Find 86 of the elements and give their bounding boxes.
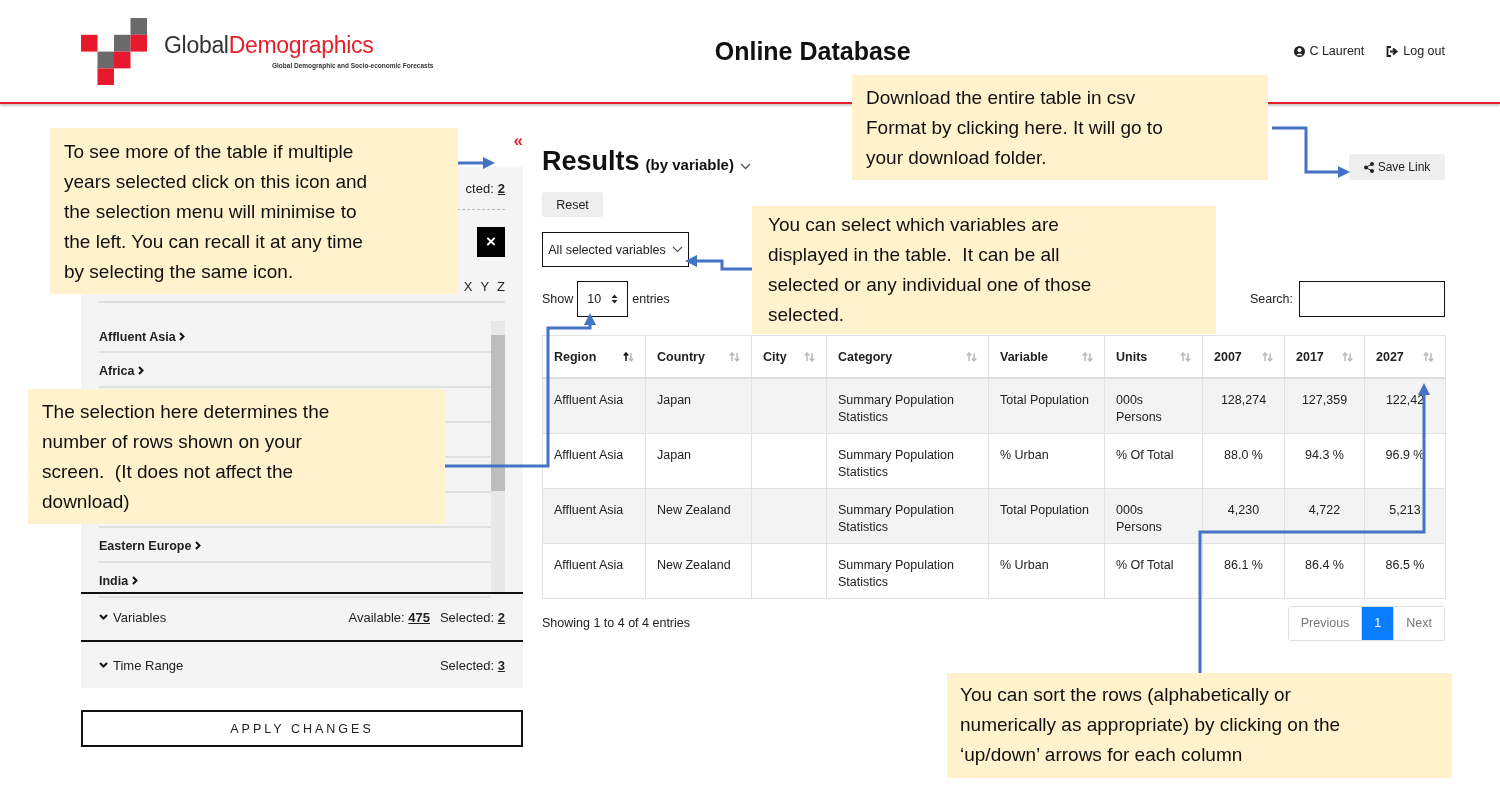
table-cell: Summary Population Statistics (838, 393, 955, 424)
page-button[interactable]: Next (1393, 606, 1444, 640)
chevron-down-icon (671, 246, 683, 253)
table-cell: % Of Total (1116, 447, 1174, 462)
entries-label: entries (632, 292, 670, 306)
table-cell: Summary Population Statistics (838, 447, 955, 479)
callout-note: Download the entire table in csv Format by clicking here. It will go to your download folder. (852, 75, 1268, 180)
table-cell: 88.0 % (1224, 447, 1263, 462)
reset-button[interactable]: Reset (542, 192, 603, 217)
table-cell: 122,42 (1385, 393, 1425, 407)
table-cell: 128,274 (1220, 393, 1267, 407)
updown-icon (611, 294, 619, 304)
table-cell: Summary Population Statistics (838, 502, 955, 534)
chevron-right-icon (137, 365, 144, 375)
table-cell: New Zealand (657, 557, 731, 572)
sort-icon[interactable] (623, 351, 634, 362)
table-cell: % Urban (1000, 557, 1049, 572)
search-field[interactable] (1299, 281, 1445, 317)
user-link[interactable]: C Laurent (1294, 44, 1365, 58)
page-button[interactable]: 1 (1361, 606, 1394, 640)
table-cell: Affluent Asia (554, 502, 624, 517)
table-cell: Total Population (1000, 502, 1089, 517)
callout-note: The selection here determines the number of rows shown on your screen. (It does not affect the download) (28, 389, 445, 524)
table-cell: 86.4 % (1305, 557, 1344, 572)
table-cell: 5,213 (1389, 502, 1421, 517)
available-count: Available: 475 (348, 609, 430, 625)
letter-filter[interactable]: X (463, 279, 473, 295)
table-cell: Affluent Asia (554, 447, 624, 462)
callout-note: To see more of the table if multiple years selected click on this icon and the selection menu will minimise to the left. You can recall it at any time by selecting the same icon. (50, 128, 458, 294)
selected-count: Selected: 2 (439, 609, 505, 625)
user-icon (1294, 45, 1306, 57)
table-cell: Summary Population Statistics (838, 557, 955, 589)
search-label: Search: (1249, 292, 1293, 306)
selected-count: Selected: 3 (439, 657, 505, 673)
show-label: Show (542, 292, 574, 306)
chevron-right-icon (179, 332, 186, 341)
letter-filter[interactable]: Y (480, 279, 490, 295)
chevron-down-icon (99, 614, 108, 620)
section-toggle[interactable]: Variables (99, 609, 167, 625)
clear-button[interactable]: × (477, 227, 505, 257)
region-item[interactable]: Affluent Asia (99, 330, 186, 344)
chevron-right-icon (194, 540, 201, 550)
region-item[interactable]: Eastern Europe (99, 538, 201, 553)
table-cell: 86.1 % (1224, 557, 1263, 572)
table-info: Showing 1 to 4 of 4 entries (542, 616, 690, 630)
table-cell: Total Population (1000, 393, 1089, 407)
table-cell: 127,359 (1301, 393, 1348, 407)
logout-link[interactable]: Log out (1386, 44, 1445, 58)
region-item[interactable]: Africa (99, 363, 144, 378)
table-cell: 4,230 (1227, 502, 1260, 517)
scrollbar[interactable] (491, 321, 505, 592)
letter-filter[interactable]: Z (497, 279, 505, 295)
logo-icon (81, 17, 148, 85)
table-cell: Japan (657, 447, 692, 462)
variable-dropdown[interactable]: All selected variables (542, 232, 689, 267)
table-cell: 4,722 (1308, 502, 1341, 517)
save-link-button[interactable]: Save Link (1349, 154, 1445, 180)
table-cell: Affluent Asia (554, 557, 624, 572)
table-cell: 000s Persons (1116, 502, 1162, 534)
table-cell: Affluent Asia (554, 393, 624, 407)
apply-changes-button[interactable]: APPLY CHANGES (81, 710, 523, 747)
chevron-right-icon (131, 575, 138, 585)
table-cell: Japan (657, 393, 692, 407)
logout-icon (1386, 45, 1400, 57)
chevron-down-icon (99, 662, 108, 668)
selected-count-link[interactable]: 2 (497, 181, 505, 199)
callout-note: You can sort the rows (alphabetically or numerically as appropriate) by clicking on the ‘up/down’ arrows for each column (947, 673, 1452, 778)
region-item[interactable]: India (99, 573, 138, 588)
table-cell: % Urban (1000, 447, 1049, 462)
callout-note: You can select which variables are displayed in the table. It can be all selected or any individual one of those selected. (752, 206, 1216, 334)
chevron-down-icon[interactable] (739, 163, 751, 170)
page-title: Online Database (713, 36, 912, 66)
table-cell: New Zealand (657, 502, 731, 517)
arrow (458, 157, 495, 169)
page-size-select[interactable]: 10 (577, 281, 629, 317)
logo-text: GlobalDemographics (164, 33, 375, 57)
table-cell: 000s Persons (1116, 393, 1162, 424)
table-cell: 86.5 % (1385, 557, 1425, 572)
table-cell: % Of Total (1116, 557, 1174, 572)
arrow (685, 255, 752, 271)
results-heading: Results (by variable) (542, 146, 751, 178)
collapse-icon[interactable]: « (513, 132, 523, 149)
table-cell: 94.3 % (1305, 447, 1344, 462)
selected-label: cted: (465, 181, 494, 198)
share-icon (1363, 161, 1374, 173)
section-toggle[interactable]: Time Range (99, 657, 184, 673)
